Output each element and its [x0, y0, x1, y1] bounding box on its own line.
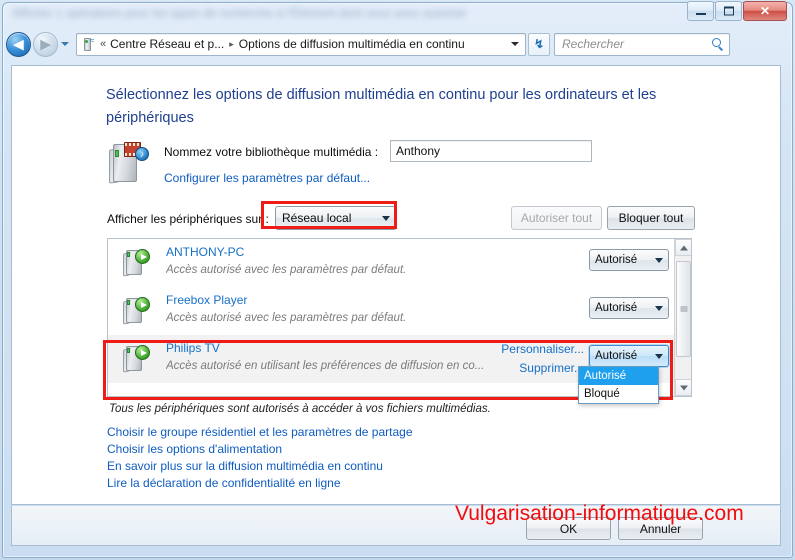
dropdown-option-bloque[interactable]: Bloqué: [579, 385, 658, 403]
search-placeholder: Rechercher: [562, 37, 625, 51]
device-action-links: Personnaliser... Supprimer...: [501, 340, 584, 378]
device-description: Accès autorisé en utilisant les préféren…: [166, 360, 485, 372]
minimize-icon: [695, 12, 706, 15]
library-name-row: ♪ Nommez votre bibliothèque multimédia :…: [107, 139, 727, 194]
media-streaming-options-window: Afficher 1 opérations pour les types de …: [0, 0, 795, 560]
forward-button[interactable]: ▶: [33, 31, 58, 57]
footer-links: Choisir le groupe résidentiel et les par…: [107, 424, 413, 492]
device-description: Accès autorisé avec les paramètres par d…: [166, 312, 407, 324]
show-devices-label: Afficher les périphériques sur :: [107, 212, 269, 226]
device-list-scrollbar[interactable]: [674, 239, 691, 396]
maximize-icon: [723, 6, 734, 16]
page-title: Sélectionnez les options de diffusion mu…: [106, 87, 657, 126]
privacy-statement-link[interactable]: Lire la déclaration de confidentialité e…: [107, 475, 413, 492]
forward-arrow-icon: ▶: [40, 36, 51, 52]
homegroup-sharing-link[interactable]: Choisir le groupe résidentiel et les par…: [107, 424, 413, 441]
breadcrumb-item-2[interactable]: Options de diffusion multimédia en conti…: [239, 37, 465, 51]
back-arrow-icon: ◀: [13, 36, 24, 52]
address-dropdown-icon[interactable]: [511, 42, 519, 46]
device-filter-row: Afficher les périphériques sur : Réseau …: [107, 206, 752, 232]
window-controls: ✕: [687, 1, 787, 21]
breadcrumb-item-1[interactable]: Centre Réseau et p...: [110, 37, 224, 51]
device-permission-dropdown[interactable]: Autorisé: [589, 297, 669, 319]
customize-link[interactable]: Personnaliser...: [501, 340, 584, 359]
block-all-button[interactable]: Bloquer tout: [607, 206, 695, 230]
configure-defaults-link[interactable]: Configurer les paramètres par défaut...: [164, 171, 370, 185]
device-description: Accès autorisé avec les paramètres par d…: [166, 264, 407, 276]
permission-dropdown-options[interactable]: Autorisé Bloqué: [578, 366, 659, 404]
history-dropdown-button[interactable]: [58, 33, 73, 55]
chevron-down-icon: [655, 257, 663, 263]
content-panel: Sélectionnez les options de diffusion mu…: [11, 65, 781, 505]
address-bar[interactable]: ≈ « Centre Réseau et p... ▸ Options de d…: [76, 32, 526, 56]
refresh-icon: ↯: [533, 37, 545, 51]
caret-down-icon: [679, 385, 688, 390]
library-name-input[interactable]: [390, 140, 592, 162]
allow-all-button[interactable]: Autoriser tout: [511, 206, 602, 230]
status-message: Tous les périphériques sont autorisés à …: [109, 403, 491, 415]
title-bar: Afficher 1 opérations pour les types de …: [0, 0, 791, 26]
network-filter-dropdown[interactable]: Réseau local: [275, 206, 397, 230]
device-icon: [122, 344, 152, 374]
device-permission-dropdown[interactable]: Autorisé: [589, 249, 669, 271]
media-server-icon: ♪: [107, 141, 153, 187]
back-button[interactable]: ◀: [6, 31, 31, 57]
chevron-down-icon: [61, 42, 69, 46]
blurred-title-text: Afficher 1 opérations pour les types de …: [12, 6, 466, 20]
scroll-down-button[interactable]: [675, 379, 691, 396]
device-icon: [122, 248, 152, 278]
scroll-up-button[interactable]: [675, 239, 691, 256]
breadcrumb-separator-icon: ▸: [229, 38, 234, 49]
grip-icon: [680, 306, 687, 312]
device-permission-value: Autorisé: [595, 302, 638, 314]
dropdown-option-autorise[interactable]: Autorisé: [579, 367, 658, 385]
maximize-button[interactable]: [715, 1, 742, 21]
search-box[interactable]: Rechercher: [554, 32, 730, 56]
chevron-down-icon: [382, 215, 390, 221]
watermark: Vulgarisation-informatique.com: [455, 502, 744, 525]
caret-up-icon: [679, 245, 688, 250]
device-permission-value: Autorisé: [595, 254, 638, 266]
library-name-label: Nommez votre bibliothèque multimédia :: [164, 145, 379, 159]
minimize-button[interactable]: [687, 1, 714, 21]
remove-link[interactable]: Supprimer...: [501, 359, 584, 378]
device-permission-dropdown-open[interactable]: Autorisé: [589, 345, 669, 367]
network-filter-value: Réseau local: [282, 211, 352, 225]
search-icon: [712, 37, 725, 51]
chevron-down-icon: [655, 305, 663, 311]
device-permission-value: Autorisé: [595, 350, 638, 362]
refresh-button[interactable]: ↯: [528, 32, 550, 56]
close-button[interactable]: ✕: [743, 1, 787, 21]
device-name[interactable]: Philips TV: [166, 341, 220, 355]
device-name[interactable]: ANTHONY-PC: [166, 245, 244, 259]
breadcrumb-overflow-icon[interactable]: «: [100, 38, 106, 50]
chevron-down-icon: [655, 353, 663, 359]
power-options-link[interactable]: Choisir les options d'alimentation: [107, 441, 413, 458]
network-device-icon: ≈: [80, 36, 96, 52]
device-icon: [122, 296, 152, 326]
device-row-freebox-player[interactable]: Freebox Player Accès autorisé avec les p…: [108, 287, 691, 335]
scrollbar-thumb[interactable]: [676, 261, 691, 357]
learn-more-streaming-link[interactable]: En savoir plus sur la diffusion multiméd…: [107, 458, 413, 475]
navigation-bar: ◀ ▶ ≈ « Centre Réseau et p... ▸ Options …: [0, 28, 791, 60]
device-row-anthony-pc[interactable]: ANTHONY-PC Accès autorisé avec les param…: [108, 239, 691, 287]
close-icon: ✕: [759, 4, 771, 18]
device-name[interactable]: Freebox Player: [166, 293, 247, 307]
